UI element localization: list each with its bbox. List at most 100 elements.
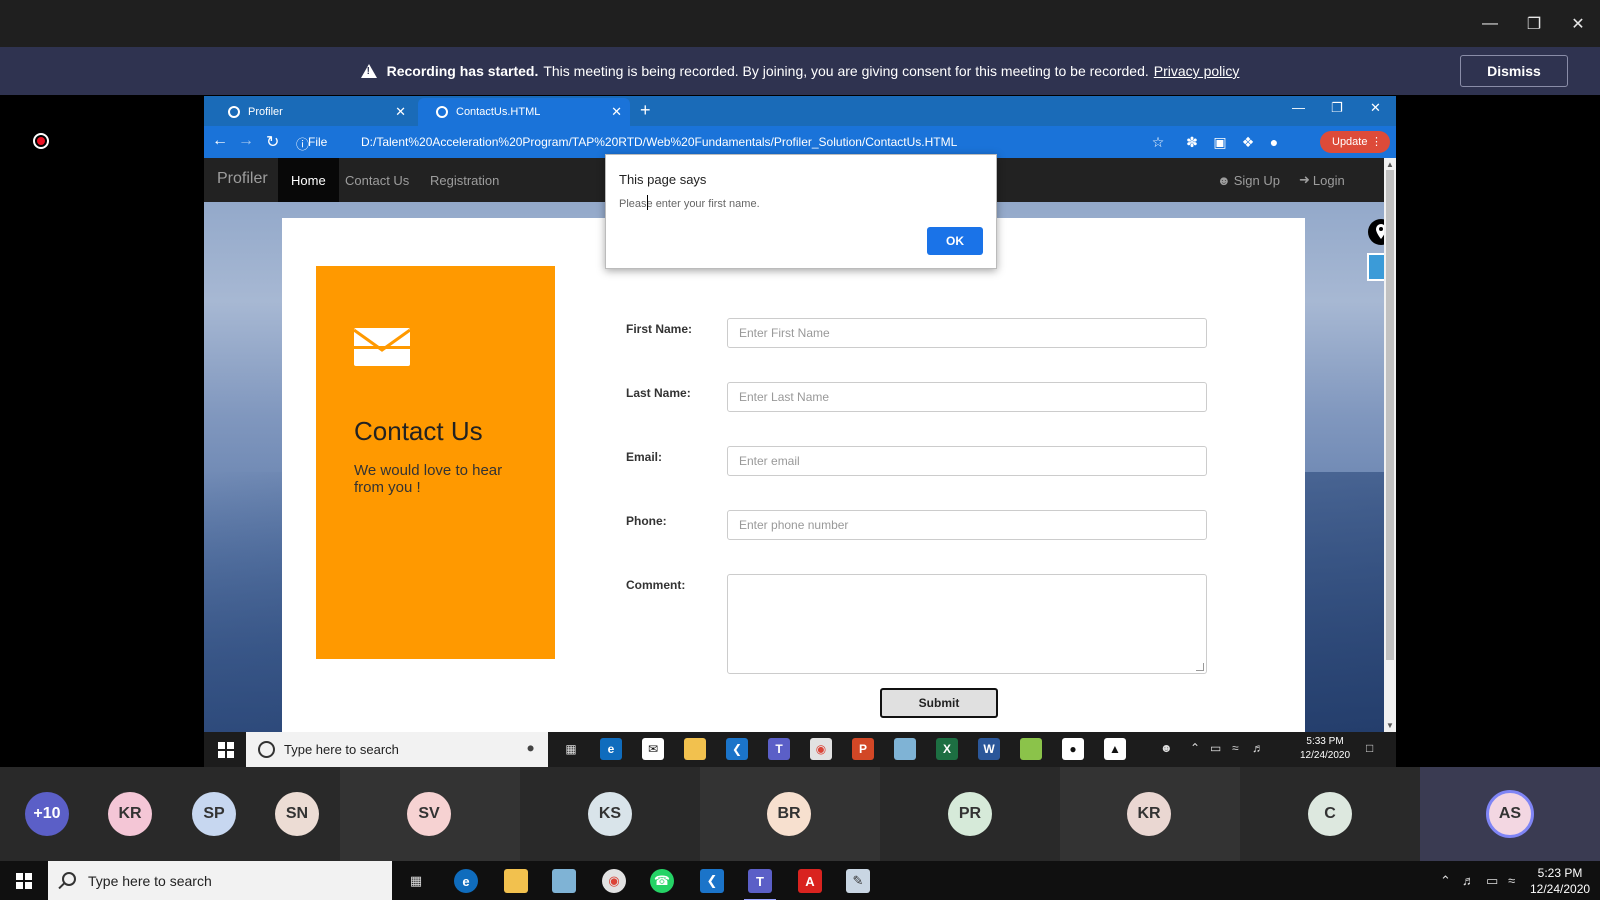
phone-placeholder: Enter phone number bbox=[739, 518, 849, 532]
teams-icon[interactable]: T bbox=[768, 738, 790, 760]
wifi-icon[interactable]: ≈ bbox=[1232, 741, 1239, 755]
puzzle-icon[interactable]: ❖ bbox=[1240, 134, 1256, 150]
task-view-icon[interactable]: ▦ bbox=[404, 869, 428, 893]
word-icon[interactable]: W bbox=[978, 738, 1000, 760]
tab-close-icon[interactable]: ✕ bbox=[611, 104, 622, 120]
people-icon[interactable]: ☻ bbox=[1160, 741, 1173, 755]
volume-icon[interactable]: ♬ bbox=[1252, 741, 1264, 755]
chrome-icon[interactable]: ◉ bbox=[810, 738, 832, 760]
restore-icon[interactable]: ❐ bbox=[1331, 100, 1343, 116]
tab-close-icon[interactable]: ✕ bbox=[395, 104, 406, 120]
comment-textarea[interactable] bbox=[727, 574, 1207, 674]
participant-avatar[interactable]: PR bbox=[948, 792, 992, 836]
location-pin-widget-icon[interactable] bbox=[1367, 218, 1384, 246]
tray-chevron-icon[interactable]: ⌃ bbox=[1190, 741, 1200, 755]
chrome-icon[interactable]: ◉ bbox=[602, 869, 626, 893]
overflow-participants-avatar[interactable]: +10 bbox=[25, 792, 69, 836]
notifications-icon[interactable]: □ bbox=[1366, 741, 1373, 755]
extension-window-icon[interactable]: ▣ bbox=[1212, 134, 1228, 150]
update-button[interactable]: Update ⋮ bbox=[1320, 131, 1390, 153]
back-arrow-icon[interactable]: ← bbox=[212, 132, 228, 150]
last-name-input[interactable]: Enter Last Name bbox=[727, 382, 1207, 412]
vscode-icon[interactable]: ❮ bbox=[700, 869, 724, 893]
profile-avatar-icon[interactable]: ● bbox=[1266, 134, 1282, 150]
participant-avatar[interactable]: C bbox=[1308, 792, 1352, 836]
participant-avatar[interactable]: SP bbox=[192, 792, 236, 836]
notes-app-icon[interactable] bbox=[894, 738, 916, 760]
paint-icon[interactable]: ✎ bbox=[846, 869, 870, 893]
nav-login[interactable]: ➜ Login bbox=[1286, 158, 1358, 202]
windows-start-icon[interactable] bbox=[16, 873, 32, 889]
remote-clock[interactable]: 5:33 PM 12/24/2020 bbox=[1300, 735, 1350, 763]
dismiss-button[interactable]: Dismiss bbox=[1460, 55, 1568, 87]
task-view-icon[interactable]: ▦ bbox=[560, 738, 582, 760]
vscode-icon[interactable]: ❮ bbox=[726, 738, 748, 760]
notes-app-icon[interactable] bbox=[552, 869, 576, 893]
extension-gear-icon[interactable]: ✽ bbox=[1184, 134, 1200, 150]
teams-icon[interactable]: T bbox=[744, 869, 776, 900]
acrobat-icon[interactable]: A bbox=[798, 869, 822, 893]
location-pin-app-icon[interactable]: ● bbox=[1062, 738, 1084, 760]
contact-card: Contact Us We would love to hear from yo… bbox=[282, 218, 1305, 732]
self-avatar[interactable]: AS bbox=[1486, 790, 1534, 838]
edge-icon[interactable]: e bbox=[600, 738, 622, 760]
phone-input[interactable]: Enter phone number bbox=[727, 510, 1207, 540]
notepad-plus-icon[interactable] bbox=[1020, 738, 1042, 760]
tray-chevron-icon[interactable]: ⌃ bbox=[1440, 873, 1451, 889]
page-scrollbar[interactable]: ▲ ▼ bbox=[1384, 158, 1396, 732]
scroll-thumb[interactable] bbox=[1386, 170, 1394, 660]
participant-avatar[interactable]: BR bbox=[767, 792, 811, 836]
scroll-up-icon[interactable]: ▲ bbox=[1386, 160, 1394, 169]
participant-avatar[interactable]: SV bbox=[407, 792, 451, 836]
whatsapp-icon[interactable]: ☎ bbox=[650, 869, 674, 893]
taskbar-clock[interactable]: 5:23 PM 12/24/2020 bbox=[1530, 865, 1590, 897]
close-icon[interactable]: ✕ bbox=[1370, 100, 1381, 116]
tab-contactus[interactable]: ContactUs.HTML ✕ bbox=[418, 98, 630, 126]
nav-contact-us[interactable]: Contact Us bbox=[332, 158, 422, 202]
url-field[interactable]: D:/Talent%20Acceleration%20Program/TAP%2… bbox=[361, 135, 957, 149]
close-icon[interactable]: ✕ bbox=[1564, 10, 1592, 38]
excel-icon[interactable]: X bbox=[936, 738, 958, 760]
file-explorer-icon[interactable] bbox=[684, 738, 706, 760]
first-name-input[interactable]: Enter First Name bbox=[727, 318, 1207, 348]
photos-icon[interactable]: ▲ bbox=[1104, 738, 1126, 760]
forward-arrow-icon[interactable]: → bbox=[238, 132, 254, 150]
nav-sign-up[interactable]: ☻ Sign Up bbox=[1204, 158, 1293, 202]
more-menu-icon[interactable]: ⋮ bbox=[1371, 135, 1382, 148]
nav-registration[interactable]: Registration bbox=[417, 158, 512, 202]
privacy-policy-link[interactable]: Privacy policy bbox=[1154, 63, 1240, 79]
reload-icon[interactable]: ↻ bbox=[266, 132, 279, 152]
submit-button[interactable]: Submit bbox=[880, 688, 998, 718]
windows-start-icon[interactable] bbox=[218, 742, 234, 758]
minimize-icon[interactable]: — bbox=[1292, 100, 1305, 115]
remote-search-box[interactable]: Type here to search ⚫ bbox=[246, 732, 548, 767]
powerpoint-icon[interactable]: P bbox=[852, 738, 874, 760]
new-tab-icon[interactable]: + bbox=[640, 100, 651, 121]
resize-handle-icon[interactable] bbox=[1196, 663, 1204, 671]
participant-avatar[interactable]: SN bbox=[275, 792, 319, 836]
email-input[interactable]: Enter email bbox=[727, 446, 1207, 476]
participant-avatar[interactable]: KR bbox=[1127, 792, 1171, 836]
site-brand[interactable]: Profiler bbox=[217, 170, 268, 188]
star-icon[interactable]: ☆ bbox=[1150, 134, 1166, 150]
tab-profiler[interactable]: Profiler ✕ bbox=[210, 98, 414, 126]
minimize-icon[interactable]: — bbox=[1476, 10, 1504, 38]
alert-ok-button[interactable]: OK bbox=[927, 227, 983, 255]
volume-icon[interactable]: ♬ bbox=[1462, 873, 1475, 888]
contact-title: Contact Us bbox=[354, 416, 483, 446]
restore-icon[interactable]: ❐ bbox=[1520, 10, 1548, 38]
file-explorer-icon[interactable] bbox=[504, 869, 528, 893]
last-name-label: Last Name: bbox=[626, 386, 691, 400]
mail-icon[interactable]: ✉ bbox=[642, 738, 664, 760]
nav-home[interactable]: Home bbox=[278, 158, 339, 202]
battery-icon[interactable]: ▭ bbox=[1486, 873, 1498, 889]
microphone-icon[interactable]: ⚫ bbox=[525, 741, 536, 757]
taskbar-search-box[interactable]: Type here to search bbox=[48, 861, 392, 900]
participant-avatar[interactable]: KS bbox=[588, 792, 632, 836]
chat-widget-icon[interactable] bbox=[1367, 253, 1384, 281]
battery-icon[interactable]: ▭ bbox=[1210, 741, 1221, 755]
scroll-down-icon[interactable]: ▼ bbox=[1386, 721, 1394, 730]
edge-icon[interactable]: e bbox=[454, 869, 478, 893]
wifi-icon[interactable]: ≈ bbox=[1508, 873, 1515, 888]
participant-avatar[interactable]: KR bbox=[108, 792, 152, 836]
